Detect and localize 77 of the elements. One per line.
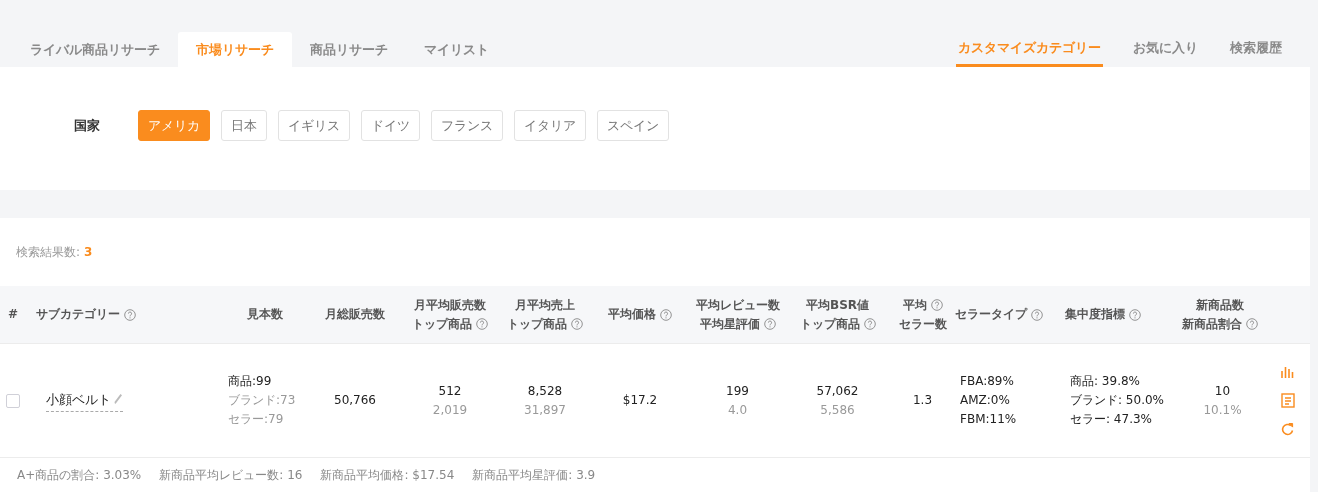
table-cell-text: ブランド: 50.0%	[1070, 392, 1164, 409]
subcategory-name[interactable]: 小顔ベルト	[46, 389, 111, 409]
column-heading: 見本数	[247, 306, 283, 323]
help-icon[interactable]	[1129, 308, 1141, 321]
table-cell-text: 199	[726, 382, 749, 400]
help-icon[interactable]	[1246, 318, 1258, 330]
summary-stat: 新商品平均星評価: 3.9	[472, 466, 596, 484]
column-heading: 月平均販売数	[414, 296, 486, 314]
table-cell-text: 商品:99	[228, 373, 272, 390]
table-cell-text: $17.2	[622, 392, 658, 409]
table-cell-text: 5,586	[820, 401, 855, 419]
help-icon[interactable]	[863, 318, 876, 330]
help-icon[interactable]	[660, 308, 672, 321]
table-cell-text: 8,528	[527, 382, 563, 400]
main-tab[interactable]: 商品リサーチ	[292, 32, 406, 68]
main-tab[interactable]: 市場リサーチ	[178, 32, 292, 68]
table-cell-text: 商品: 39.8%	[1070, 373, 1140, 390]
table-cell-text: 31,897	[524, 401, 566, 419]
column-heading: 平均星評価	[699, 315, 760, 333]
country-label: 国家	[74, 117, 100, 136]
help-icon[interactable]	[476, 318, 488, 330]
column-heading: セラー数	[898, 315, 947, 333]
table-cell-text: 4.0	[727, 401, 748, 419]
table-cell-text: 10	[1214, 382, 1231, 400]
column-heading: #	[8, 306, 19, 323]
table-cell-text: 2,019	[432, 401, 468, 419]
table-cell-text: FBM:11%	[960, 411, 1017, 428]
column-heading: トップ商品	[507, 315, 567, 333]
country-option[interactable]: フランス	[431, 110, 503, 142]
column-heading: 平均価格	[608, 306, 656, 323]
results-count: 3	[84, 245, 93, 259]
column-heading: 平均BSR値	[806, 296, 869, 314]
table-cell-text: 512	[438, 382, 462, 400]
table-cell-text: AMZ:0%	[960, 392, 1010, 409]
table-cell-text: 57,062	[816, 382, 859, 400]
column-heading: サブカテゴリー	[36, 306, 120, 323]
bar-chart-icon[interactable]	[1279, 364, 1296, 379]
column-heading: 新商品数	[1196, 296, 1244, 314]
table-cell-text: 1.3	[912, 392, 933, 409]
help-icon[interactable]	[1031, 308, 1043, 321]
table-cell-text: 50,766	[334, 392, 376, 409]
table-cell-text: ブランド:73	[228, 392, 296, 409]
main-tab[interactable]: ライバル商品リサーチ	[12, 32, 178, 68]
sub-tab[interactable]: お気に入り	[1131, 32, 1200, 68]
pencil-icon[interactable]	[113, 393, 123, 405]
column-heading: トップ商品	[412, 315, 472, 333]
refresh-icon[interactable]	[1280, 421, 1295, 437]
results-label: 検索結果数:	[16, 243, 81, 261]
table-cell-text: 10.1%	[1203, 401, 1242, 419]
document-icon[interactable]	[1280, 392, 1295, 408]
column-heading: トップ商品	[799, 315, 860, 333]
column-heading: 月平均売上	[515, 296, 575, 314]
column-heading: 月総販売数	[325, 306, 385, 323]
country-option[interactable]: スペイン	[597, 110, 669, 142]
summary-stat: 新商品平均価格: $17.54	[320, 466, 455, 484]
help-icon[interactable]	[124, 308, 136, 321]
table-cell-text: FBA:89%	[960, 373, 1014, 390]
country-option[interactable]: イタリア	[514, 110, 586, 142]
help-icon[interactable]	[571, 318, 583, 330]
country-option[interactable]: ドイツ	[361, 110, 420, 142]
table-cell-text: セラー: 47.3%	[1070, 411, 1152, 428]
column-heading: 集中度指標	[1065, 306, 1125, 323]
table-cell-text: セラー:79	[228, 411, 284, 428]
summary-stat: A+商品の割合: 3.03%	[17, 466, 142, 484]
column-heading: 平均	[902, 296, 927, 314]
country-option[interactable]: イギリス	[278, 110, 350, 142]
help-icon[interactable]	[930, 299, 943, 311]
column-heading: 平均レビュー数	[695, 296, 780, 314]
column-heading: 新商品割合	[1182, 315, 1242, 333]
main-tab[interactable]: マイリスト	[406, 32, 507, 68]
sub-tab[interactable]: 検索履歴	[1228, 32, 1284, 68]
help-icon[interactable]	[763, 318, 776, 330]
row-checkbox[interactable]	[6, 393, 20, 408]
country-option[interactable]: 日本	[221, 110, 267, 142]
summary-stat: 新商品平均レビュー数: 16	[159, 466, 303, 484]
column-heading: セラータイプ	[955, 306, 1027, 323]
country-option[interactable]: アメリカ	[138, 110, 210, 142]
